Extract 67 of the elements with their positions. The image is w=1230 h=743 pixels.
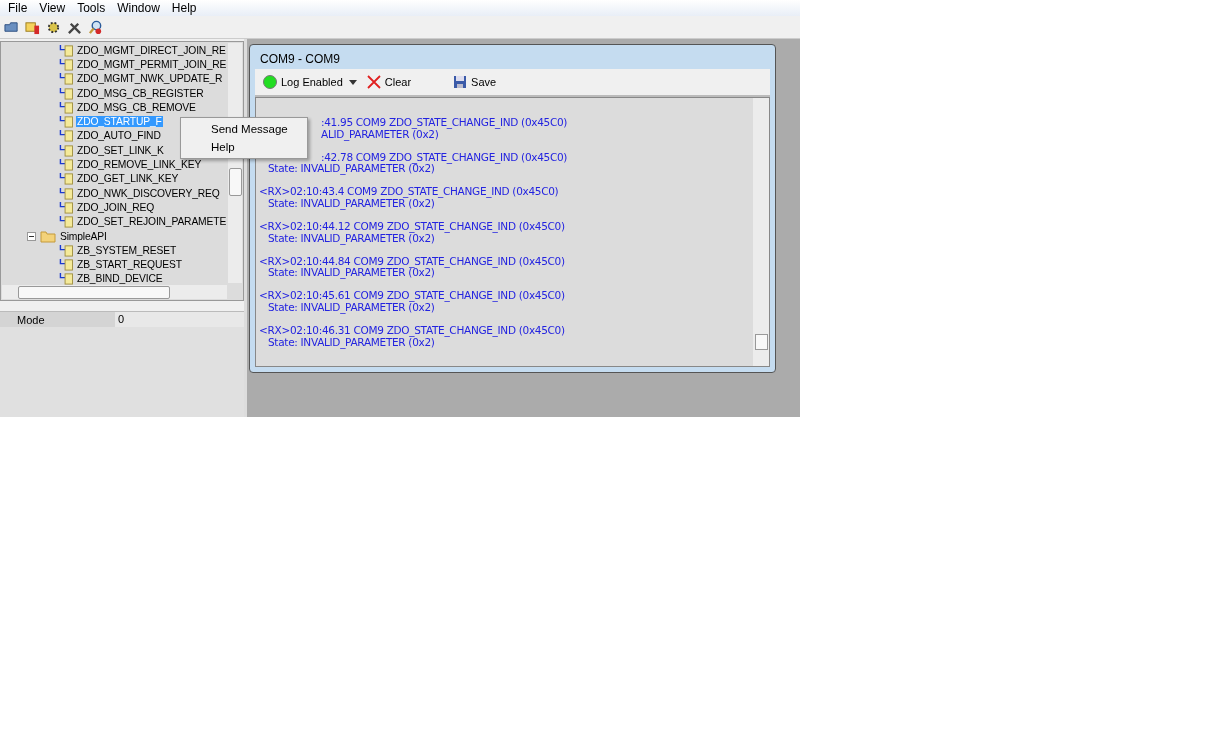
log-line: <RX>02:10:44.84 COM9 ZDO_STATE_CHANGE_IND (0x45C0)	[259, 255, 566, 268]
log-line: State: INVALID_PARAMETER (0x2)	[267, 197, 435, 210]
log-line: :42.78 COM9 ZDO_STATE_CHANGE_IND (0x45C0)	[321, 151, 569, 164]
command-icon	[58, 243, 74, 257]
collapse-icon[interactable]	[27, 231, 36, 241]
menu-item[interactable]: Tools	[71, 0, 112, 16]
command-icon	[58, 43, 74, 57]
save-button[interactable]: Save	[451, 75, 499, 89]
command-icon	[58, 200, 74, 214]
menu-item[interactable]: Send Message	[181, 120, 307, 138]
log-line: <RX>02:10:43.4 COM9 ZDO_STATE_CHANGE_IND (0x45C0)	[259, 186, 560, 198]
log-enabled-button[interactable]: Log Enabled	[261, 75, 345, 89]
horizontal-scrollbar[interactable]	[2, 285, 227, 299]
log-line: <RX>02:10:44.12 COM9 ZDO_STATE_CHANGE_IND (0x45C0)	[259, 221, 566, 233]
tree-item[interactable]: ZDO_GET_LINK_KEY	[76, 173, 180, 185]
tree-item[interactable]: ZDO_MSG_CB_REMOVE	[76, 101, 197, 113]
menu-item[interactable]: File	[2, 0, 34, 16]
log-line: State: INVALID_PARAMETER (0x2)	[267, 301, 435, 314]
property-name: Mode	[16, 313, 46, 326]
command-icon	[58, 258, 74, 272]
menu-item[interactable]: Help	[181, 138, 307, 156]
command-icon	[58, 143, 74, 157]
log-line: :41.95 COM9 ZDO_STATE_CHANGE_IND (0x45C0)	[320, 117, 569, 129]
command-icon	[58, 86, 74, 100]
tree-item[interactable]: ZDO_NWK_DISCOVERY_REQ	[76, 187, 221, 199]
gear-icon[interactable]	[46, 19, 61, 35]
command-icon	[58, 115, 74, 129]
tree-item[interactable]: SimpleAPI	[59, 230, 108, 242]
log-line: <RX>02:10:46.31 COM9 ZDO_STATE_CHANGE_IND (0x45C0)	[259, 325, 566, 337]
tree-item[interactable]: ZB_START_REQUEST	[76, 259, 183, 271]
caret-icon[interactable]	[348, 79, 357, 85]
log-line: State: INVALID_PARAMETER (0x2)	[267, 336, 435, 349]
command-icon	[58, 272, 74, 286]
tree-item[interactable]: ZDO_MGMT_PERMIT_JOIN_RE	[76, 58, 228, 70]
tree-item[interactable]: ZDO_SET_REJOIN_PARAMETE	[76, 216, 228, 228]
tree-item[interactable]: ZB_BIND_DEVICE	[76, 273, 164, 285]
command-icon	[58, 100, 74, 114]
vertical-scrollbar[interactable]	[753, 98, 769, 366]
menu-item[interactable]: Window	[111, 0, 166, 16]
tree-item[interactable]: ZDO_MGMT_NWK_UPDATE_R	[76, 73, 224, 85]
clear-button[interactable]: Clear	[364, 75, 414, 89]
property-value[interactable]: 0	[115, 312, 244, 327]
menu-item[interactable]: Help	[165, 0, 203, 16]
command-icon	[58, 72, 74, 86]
tree-item[interactable]: ZDO_REMOVE_LINK_KEY	[76, 159, 203, 170]
command-icon	[58, 129, 74, 143]
log-line: State: INVALID_PARAMETER (0x2)	[267, 267, 435, 279]
tree-item[interactable]: ZDO_AUTO_FIND	[76, 130, 162, 142]
tree-item[interactable]: ZDO_MGMT_DIRECT_JOIN_RE	[76, 44, 227, 56]
command-icon	[58, 186, 74, 200]
command-icon	[58, 172, 74, 186]
folder-icon	[40, 229, 56, 243]
tree-item[interactable]: ZDO_MSG_CB_REGISTER	[76, 87, 205, 99]
log-line: <RX>02:10:45.61 COM9 ZDO_STATE_CHANGE_IND (0x45C0)	[259, 290, 566, 302]
close-icon	[366, 75, 381, 89]
log-line: State: INVALID_PARAMETER (0x2)	[267, 232, 435, 245]
folder-icon[interactable]	[4, 19, 19, 35]
tree-item[interactable]: ZDO_JOIN_REQ	[76, 201, 156, 213]
window-title: COM9 - COM9	[259, 51, 341, 68]
command-icon	[58, 215, 74, 229]
command-icon	[58, 158, 74, 171]
tree-item[interactable]: ZB_SYSTEM_RESET	[76, 244, 178, 256]
command-icon	[58, 57, 74, 71]
tree-item[interactable]: ZDO_SET_LINK_K	[76, 144, 165, 156]
menu-item[interactable]: View	[33, 0, 72, 16]
search-icon[interactable]	[88, 19, 103, 35]
log-line: State: INVALID_PARAMETER (0x2)	[267, 163, 435, 175]
